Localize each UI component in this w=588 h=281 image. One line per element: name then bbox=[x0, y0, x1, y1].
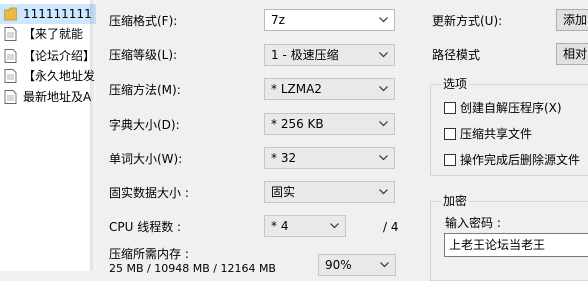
dict-value: * 256 KB bbox=[271, 117, 324, 131]
format-value: 7z bbox=[271, 13, 285, 27]
solid-select[interactable]: 固实 bbox=[264, 181, 395, 203]
threads-value: * 4 bbox=[271, 219, 289, 233]
document-icon bbox=[4, 27, 17, 41]
chevron-down-icon bbox=[379, 189, 388, 195]
encryption-group-title: 加密 bbox=[441, 193, 470, 209]
level-value: 1 - 极速压缩 bbox=[271, 48, 339, 62]
file-name: 111111111 bbox=[23, 7, 92, 21]
word-label: 单词大小(W): bbox=[109, 152, 183, 166]
file-name: 【来了就能 bbox=[23, 27, 84, 41]
document-icon bbox=[4, 90, 17, 104]
threads-max: / 4 bbox=[383, 220, 399, 234]
update-label: 更新方式(U): bbox=[432, 14, 503, 28]
dict-select[interactable]: * 256 KB bbox=[264, 113, 395, 135]
memory-percent-value: 90% bbox=[325, 258, 352, 272]
path-mode-select[interactable]: 相对 bbox=[556, 43, 588, 65]
method-value: * LZMA2 bbox=[271, 82, 322, 96]
folder-icon bbox=[4, 7, 17, 21]
chevron-down-icon bbox=[330, 223, 339, 229]
dict-label: 字典大小(D): bbox=[109, 118, 180, 132]
solid-label: 固实数据大小 : bbox=[109, 186, 189, 200]
threads-label: CPU 线程数 : bbox=[109, 220, 182, 234]
memory-label: 压缩所需内存 : bbox=[109, 247, 189, 261]
chevron-down-icon bbox=[379, 155, 388, 161]
document-icon bbox=[4, 49, 17, 63]
word-select[interactable]: * 32 bbox=[264, 147, 395, 169]
file-name: 【论坛介绍】 bbox=[23, 49, 96, 63]
shared-files-label: 压缩共享文件 bbox=[460, 127, 533, 141]
chevron-down-icon bbox=[379, 17, 388, 23]
path-label: 路径模式 bbox=[432, 48, 481, 62]
update-mode-value: 添加 bbox=[563, 13, 588, 27]
memory-info: 25 MB / 10948 MB / 12164 MB bbox=[109, 262, 276, 275]
file-list-item[interactable]: 【永久地址发 bbox=[0, 66, 96, 86]
format-select[interactable]: 7z bbox=[264, 9, 395, 31]
file-list-item[interactable]: 【论坛介绍】 bbox=[0, 46, 96, 66]
sfx-label: 创建自解压程序(X) bbox=[460, 101, 562, 115]
file-list-item[interactable]: 最新地址及A bbox=[0, 87, 96, 107]
update-mode-select[interactable]: 添加 bbox=[556, 9, 588, 31]
method-select[interactable]: * LZMA2 bbox=[264, 78, 395, 100]
delete-after-label: 操作完成后删除源文件 bbox=[460, 153, 581, 167]
password-value: 上老王论坛当老王 bbox=[449, 238, 546, 252]
options-group-title: 选项 bbox=[441, 76, 470, 92]
path-mode-value: 相对 bbox=[563, 47, 588, 61]
chevron-down-icon bbox=[379, 52, 388, 58]
document-icon bbox=[4, 69, 17, 83]
file-name: 【永久地址发 bbox=[23, 69, 96, 83]
format-label: 压缩格式(F): bbox=[109, 14, 178, 28]
memory-percent-select[interactable]: 90% bbox=[318, 254, 396, 276]
delete-after-checkbox[interactable] bbox=[444, 154, 456, 166]
file-list-item[interactable]: 111111111 bbox=[0, 4, 96, 24]
file-list: 111111111 【来了就能 【论坛介绍】 【永久地址发 最新地址及A bbox=[0, 0, 96, 271]
compression-dialog: 压缩格式(F): 7z 压缩等级(L): 1 - 极速压缩 压缩方法(M): *… bbox=[96, 0, 588, 281]
file-name: 最新地址及A bbox=[23, 90, 92, 104]
chevron-down-icon bbox=[379, 86, 388, 92]
shared-files-checkbox[interactable] bbox=[444, 128, 456, 140]
chevron-down-icon bbox=[380, 262, 389, 268]
sfx-checkbox[interactable] bbox=[444, 102, 456, 114]
level-select[interactable]: 1 - 极速压缩 bbox=[264, 44, 395, 66]
threads-select[interactable]: * 4 bbox=[264, 215, 346, 237]
password-input[interactable]: 上老王论坛当老王 bbox=[444, 233, 588, 257]
method-label: 压缩方法(M): bbox=[109, 83, 181, 97]
solid-value: 固实 bbox=[271, 185, 296, 199]
level-label: 压缩等级(L): bbox=[109, 48, 178, 62]
password-label: 输入密码 : bbox=[445, 216, 501, 230]
file-list-item[interactable]: 【来了就能 bbox=[0, 24, 96, 44]
chevron-down-icon bbox=[379, 121, 388, 127]
word-value: * 32 bbox=[271, 151, 297, 165]
